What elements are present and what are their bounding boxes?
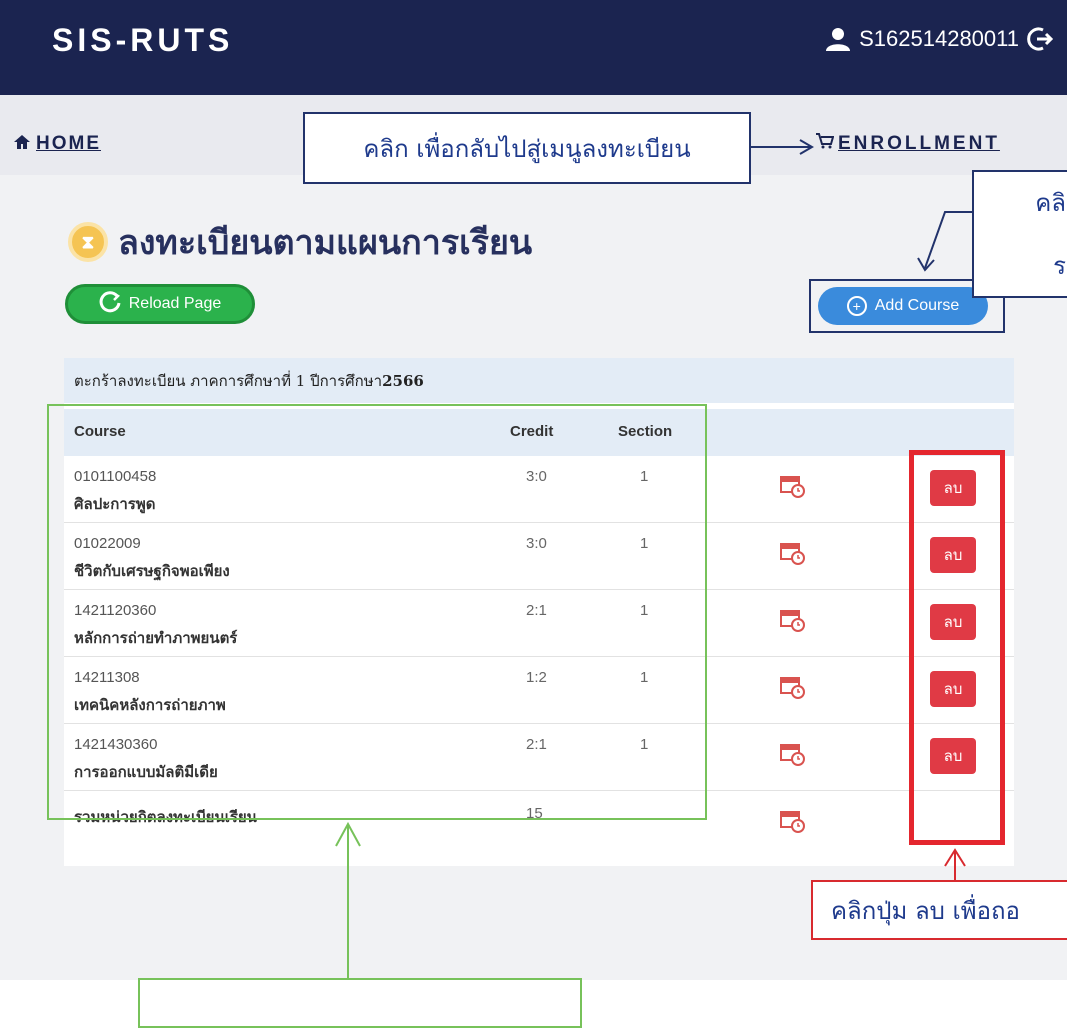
annotation-arrows: [335, 139, 972, 978]
